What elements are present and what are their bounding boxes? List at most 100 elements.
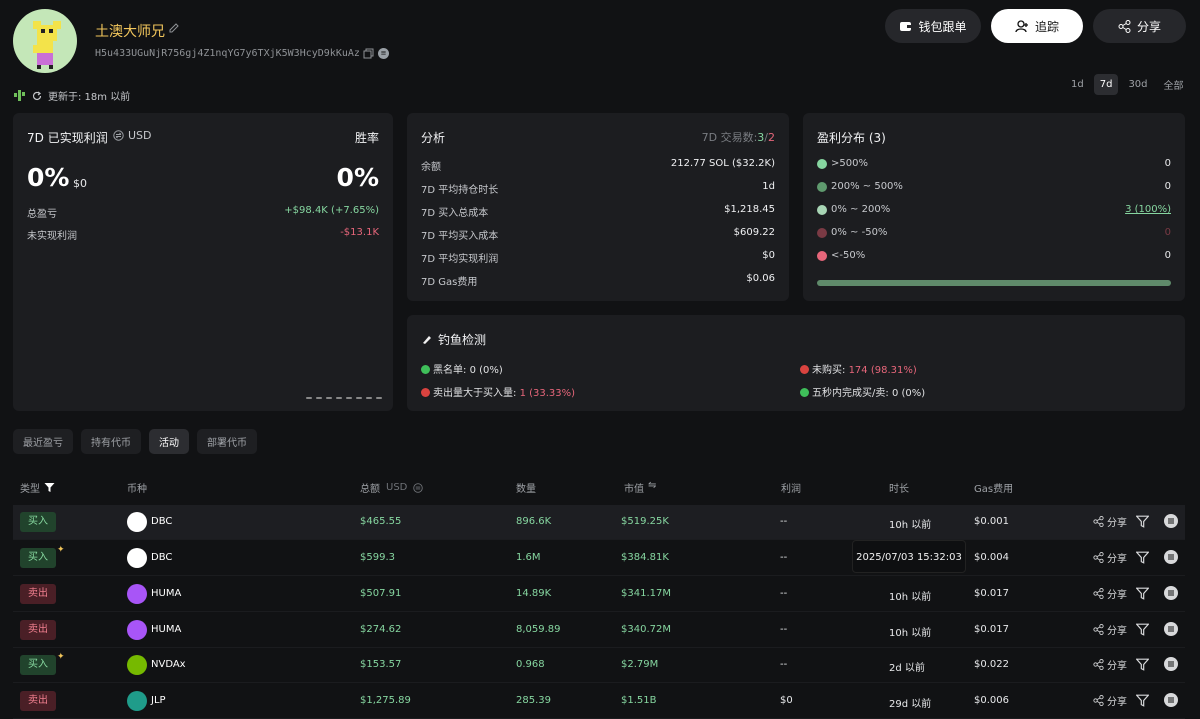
winrate-title: 胜率 [354,131,379,145]
menu-icon[interactable] [1164,622,1178,636]
token-symbol[interactable]: HUMA [151,624,181,635]
tab-recent-pnl[interactable]: 最近盈亏 [13,429,73,454]
row-share-button[interactable]: 分享 [1093,657,1127,672]
age[interactable]: 10h 以前 [889,588,931,603]
user-plus-icon [1015,19,1028,32]
token-symbol[interactable]: DBC [151,552,172,563]
unrealized-value: -$13.1K [340,227,379,238]
gas-fee: $0.006 [974,695,1009,706]
analysis-value: $0.06 [746,273,775,284]
filter-icon[interactable] [1136,694,1149,707]
menu-icon[interactable] [1164,586,1178,600]
total-pnl-value: +$98.4K (+7.65%) [284,205,379,216]
table-row[interactable]: 卖出 HUMA $507.91 14.89K $341.17M -- 10h 以前 $0.01… [13,577,1185,612]
phishing-card: 钓鱼检测 黑名单: 0 (0%) 未购买: 174 (98.31%) 卖出量大于… [407,315,1185,411]
share-label: 分享 [1136,19,1161,34]
share-button[interactable]: 分享 [1093,9,1186,43]
distribution-value[interactable]: 3 (100%) [1125,204,1171,215]
row-share-button[interactable]: 分享 [1093,622,1127,637]
filter-icon[interactable] [1136,587,1149,600]
token-symbol[interactable]: DBC [151,516,172,527]
age[interactable]: 2d 以前 [889,659,925,674]
menu-icon[interactable] [1164,657,1178,671]
tab-activity[interactable]: 活动 [149,429,189,454]
phishing-value: 174 (98.31%) [848,365,917,376]
col-gas: Gas费用 [974,484,1014,495]
table-row[interactable]: 买入 DBC $465.55 896.6K $519.25K -- 10h 以前 $0.001… [13,505,1185,540]
table-row[interactable]: 买入 ✦ DBC $599.3 1.6M $384.81K -- $0.004 分享 [13,541,1185,576]
token-symbol[interactable]: NVDAx [151,659,186,670]
filter-icon[interactable] [44,482,55,493]
row-share-button[interactable]: 分享 [1093,693,1127,708]
token-icon [127,620,147,640]
copy-icon[interactable] [363,48,374,62]
timeframe-7d[interactable]: 7d [1093,74,1119,95]
col-quantity: 数量 [516,484,536,495]
status-dot [800,388,809,397]
refresh-icon[interactable] [32,91,42,101]
table-row[interactable]: 卖出 HUMA $274.62 8,059.89 $340.72M -- 10h 以前 $0.… [13,613,1185,648]
row-share-button[interactable]: 分享 [1093,514,1127,529]
total-amount: $153.57 [360,659,402,670]
market-cap: $2.79M [621,659,659,670]
solscan-icon[interactable]: ≡ [378,48,389,59]
table-row[interactable]: 买入 ✦ NVDAx $153.57 0.968 $2.79M -- 2d 以前 $0.022 分… [13,648,1185,683]
col-total-unit: USD [386,482,408,493]
table-row[interactable]: 卖出 JLP $1,275.89 285.39 $1.51B $0 29d 以前 $0.006… [13,684,1185,719]
tab-holdings[interactable]: 持有代币 [81,429,141,454]
col-profit: 利润 [781,484,801,495]
total-amount: $274.62 [360,624,402,635]
sparkle-icon: ✦ [57,545,65,555]
gas-fee: $0.004 [974,552,1009,563]
col-total[interactable]: 总额 USD [360,480,424,495]
row-share-label: 分享 [1107,590,1127,601]
analysis-label: 7D 平均持仓时长 [421,185,499,196]
filter-icon[interactable] [1136,658,1149,671]
filter-icon[interactable] [1136,551,1149,564]
filter-icon[interactable] [1136,515,1149,528]
timeframe-1d[interactable]: 1d [1065,74,1090,95]
token-symbol[interactable]: HUMA [151,588,181,599]
phishing-label: 未购买: [812,365,846,376]
type-badge: 卖出 [20,691,56,711]
legend-dot [817,205,827,215]
edit-icon[interactable] [168,22,180,37]
phishing-item: 黑名单: 0 (0%) [421,361,503,376]
row-share-label: 分享 [1107,661,1127,672]
token-symbol[interactable]: JLP [151,695,166,706]
timeframe-all[interactable]: 全部 [1158,74,1190,95]
follow-button[interactable]: 追踪 [991,9,1083,43]
currency-toggle[interactable]: USD [113,129,152,142]
gas-fee: $0.001 [974,516,1009,527]
menu-icon[interactable] [1164,550,1178,564]
copy-trade-button[interactable]: 钱包跟单 [885,9,981,43]
pnl-usd: $0 [73,177,87,190]
filter-icon[interactable] [1136,623,1149,636]
age[interactable]: 10h 以前 [889,624,931,639]
row-share-button[interactable]: 分享 [1093,586,1127,601]
age[interactable]: 29d 以前 [889,695,931,710]
row-share-label: 分享 [1107,626,1127,637]
legend-dot [817,182,827,192]
age[interactable]: 10h 以前 [889,516,931,531]
row-share-button[interactable]: 分享 [1093,550,1127,565]
market-cap: $519.25K [621,516,669,527]
unrealized-label: 未实现利润 [27,231,77,242]
quantity: 8,059.89 [516,624,561,635]
col-age: 时长 [889,484,909,495]
tab-deployed[interactable]: 部署代币 [197,429,257,454]
col-type[interactable]: 类型 [20,480,55,495]
col-mcap[interactable]: 市值 ⇋ [624,480,656,495]
distribution-label: >500% [831,158,868,169]
sort-icon[interactable]: ⇋ [648,480,656,495]
legend-dot [817,251,827,261]
token-icon [127,584,147,604]
phishing-header: 钓鱼检测 [421,331,486,348]
share-icon [1093,516,1104,527]
status-dot [421,365,430,374]
menu-icon[interactable] [1164,514,1178,528]
timeframe-30d[interactable]: 30d [1122,74,1153,95]
distribution-value: 0 [1164,250,1171,261]
quantity: 285.39 [516,695,551,706]
swap-icon [413,482,424,493]
